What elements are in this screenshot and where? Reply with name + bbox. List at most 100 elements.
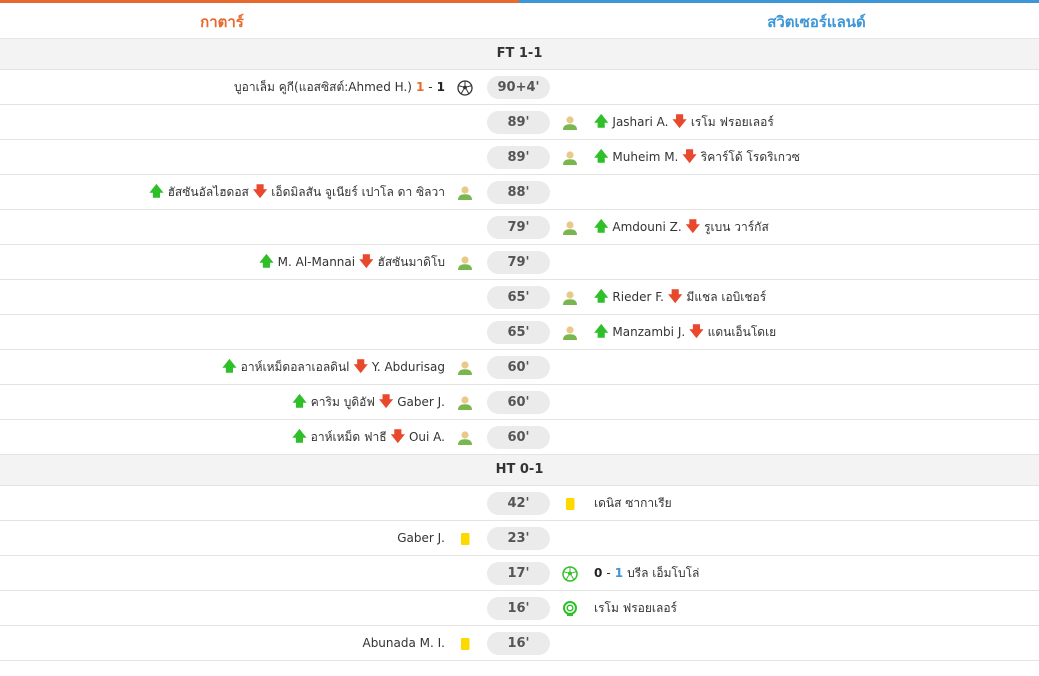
event-player[interactable]: เรโม ฟรอยเลอร์: [594, 591, 677, 626]
event-minute: 79': [487, 216, 550, 239]
away-accent-bar: [519, 0, 1039, 3]
event-row[interactable]: 23' Gaber J.: [0, 521, 1039, 556]
soccer-ball-icon: [562, 566, 578, 582]
player-substitution-icon: [457, 360, 473, 376]
event-detail: Gaber J.: [397, 521, 445, 556]
away-team-name[interactable]: สวิตเซอร์แลนด์: [594, 10, 1039, 34]
arrow-down-icon: 🡇: [378, 394, 394, 410]
player-out[interactable]: Y. Abdurisag: [372, 350, 445, 385]
event-detail: เรโม ฟรอยเลอร์: [594, 591, 677, 626]
arrow-up-icon: 🡅: [292, 394, 307, 410]
event-row[interactable]: 65' 🡅 Manzambi J. 🡇 แดนเอ็นโดเย: [0, 315, 1039, 350]
score-away: 1: [436, 80, 445, 94]
event-row[interactable]: 79' 🡅 Amdouni Z. 🡇 รูเบน วาร์กัส: [0, 210, 1039, 245]
arrow-up-icon: 🡅: [594, 149, 609, 165]
player-out[interactable]: ริคาร์โด้ โรดริเกวซ: [701, 140, 800, 175]
yellow-card-icon: [457, 636, 473, 652]
event-row[interactable]: 65' 🡅 Rieder F. 🡇 มีแชล เอบิเชอร์: [0, 280, 1039, 315]
event-row[interactable]: 89' 🡅 Muheim M. 🡇 ริคาร์โด้ โรดริเกวซ: [0, 140, 1039, 175]
event-row[interactable]: 79' 🡅 M. Al-Mannai 🡇 ฮัสซันมาดิโบ: [0, 245, 1039, 280]
event-detail: Abunada M. I.: [362, 626, 445, 661]
yellow-card-icon: [562, 496, 578, 512]
score-home: 1: [415, 80, 425, 94]
half-time-separator-label: HT 0-1: [495, 462, 544, 477]
player-in[interactable]: อาห์เหม็ดอลาเอลดินl: [241, 350, 350, 385]
player-substitution-icon: [562, 150, 578, 166]
goal-scorer[interactable]: บูอาเล็ม คูกี(แอสซิสต์:Ahmed H.): [234, 70, 412, 105]
arrow-down-icon: 🡇: [685, 219, 701, 235]
player-out[interactable]: ฮัสซันมาดิโบ: [378, 245, 446, 280]
event-minute: 65': [487, 286, 550, 309]
arrow-down-icon: 🡇: [682, 149, 697, 165]
event-player[interactable]: Gaber J.: [397, 521, 445, 556]
event-minute: 42': [487, 492, 550, 515]
event-minute: 79': [487, 251, 550, 274]
player-in[interactable]: Amdouni Z.: [612, 210, 681, 245]
player-out[interactable]: เอ็ดมิลสัน จูเนียร์ เปาโล ดา ซิลวา: [271, 175, 445, 210]
player-out[interactable]: แดนเอ็นโดเย: [708, 315, 777, 350]
player-out[interactable]: Gaber J.: [397, 385, 445, 420]
event-minute: 65': [487, 321, 550, 344]
score-dash: -: [428, 80, 433, 94]
event-row[interactable]: 16' Abunada M. I.: [0, 626, 1039, 661]
player-out[interactable]: Oui A.: [409, 420, 445, 455]
player-substitution-icon: [562, 115, 578, 131]
match-header: กาตาร์ สวิตเซอร์แลนด์: [0, 0, 1039, 39]
event-row[interactable]: 60' 🡅 คาริม บูดิอัฟ 🡇 Gaber J.: [0, 385, 1039, 420]
event-row[interactable]: 17' 0-1 บรีล เอ็มโบโล่: [0, 556, 1039, 591]
event-minute: 60': [487, 356, 550, 379]
event-row[interactable]: 60' 🡅 อาห์เหม็ดอลาเอลดินl 🡇 Y. Abdurisag: [0, 350, 1039, 385]
event-minute: 89': [487, 146, 550, 169]
player-in[interactable]: Muheim M.: [612, 140, 678, 175]
player-out[interactable]: เรโม ฟรอยเลอร์: [691, 105, 774, 140]
event-row[interactable]: 42' เดนิส ซากาเรีย: [0, 486, 1039, 521]
event-detail: 🡅 ฮัสซันอัลไฮดอส 🡇 เอ็ดมิลสัน จูเนียร์ เปาโ…: [149, 175, 445, 210]
event-row[interactable]: 90+4' บูอาเล็ม คูกี(แอสซิสต์:Ahmed H.) 1-1: [0, 70, 1039, 105]
goal-scorer[interactable]: บรีล เอ็มโบโล่: [627, 556, 699, 591]
event-player[interactable]: เดนิส ซากาเรีย: [594, 486, 672, 521]
arrow-up-icon: 🡅: [222, 359, 237, 375]
arrow-up-icon: 🡅: [594, 114, 609, 130]
event-detail: 🡅 Manzambi J. 🡇 แดนเอ็นโดเย: [594, 315, 776, 350]
player-out[interactable]: มีแชล เอบิเชอร์: [686, 280, 766, 315]
event-detail: 🡅 Jashari A. 🡇 เรโม ฟรอยเลอร์: [594, 105, 774, 140]
player-in[interactable]: ฮัสซันอัลไฮดอส: [168, 175, 249, 210]
arrow-down-icon: 🡇: [390, 429, 405, 445]
event-minute: 16': [487, 597, 550, 620]
arrow-down-icon: 🡇: [353, 359, 368, 375]
event-minute: 60': [487, 426, 550, 449]
event-detail: 0-1 บรีล เอ็มโบโล่: [594, 556, 699, 591]
player-in[interactable]: M. Al-Mannai: [278, 245, 355, 280]
event-minute: 16': [487, 632, 550, 655]
event-row[interactable]: 88' 🡅 ฮัสซันอัลไฮดอส 🡇 เอ็ดมิลสัน จูเนียร์ เ…: [0, 175, 1039, 210]
player-substitution-icon: [457, 430, 473, 446]
player-in[interactable]: Manzambi J.: [612, 315, 685, 350]
player-out[interactable]: รูเบน วาร์กัส: [704, 210, 769, 245]
player-substitution-icon: [562, 220, 578, 236]
player-substitution-icon: [457, 185, 473, 201]
event-detail: 🡅 อาห์เหม็ด ฟาธี 🡇 Oui A.: [292, 420, 445, 455]
player-in[interactable]: Jashari A.: [612, 105, 668, 140]
event-minute: 60': [487, 391, 550, 414]
home-accent-bar: [0, 0, 519, 3]
event-detail: 🡅 คาริม บูดิอัฟ 🡇 Gaber J.: [292, 385, 445, 420]
arrow-down-icon: 🡇: [672, 114, 687, 130]
player-substitution-icon: [457, 395, 473, 411]
player-in[interactable]: คาริม บูดิอัฟ: [311, 385, 375, 420]
event-row[interactable]: 16' เรโม ฟรอยเลอร์: [0, 591, 1039, 626]
event-detail: 🡅 Muheim M. 🡇 ริคาร์โด้ โรดริเกวซ: [594, 140, 800, 175]
event-row[interactable]: 89' 🡅 Jashari A. 🡇 เรโม ฟรอยเลอร์: [0, 105, 1039, 140]
full-time-separator: FT 1-1: [0, 39, 1039, 70]
event-player[interactable]: Abunada M. I.: [362, 626, 445, 661]
arrow-up-icon: 🡅: [594, 324, 609, 340]
event-minute: 17': [487, 562, 550, 585]
event-minute: 23': [487, 527, 550, 550]
arrow-up-icon: 🡅: [149, 184, 164, 200]
player-in[interactable]: อาห์เหม็ด ฟาธี: [311, 420, 387, 455]
arrow-down-icon: 🡇: [668, 289, 683, 305]
event-row[interactable]: 60' 🡅 อาห์เหม็ด ฟาธี 🡇 Oui A.: [0, 420, 1039, 455]
arrow-down-icon: 🡇: [689, 324, 704, 340]
home-team-name[interactable]: กาตาร์: [0, 10, 444, 34]
player-in[interactable]: Rieder F.: [612, 280, 664, 315]
event-minute: 88': [487, 181, 550, 204]
